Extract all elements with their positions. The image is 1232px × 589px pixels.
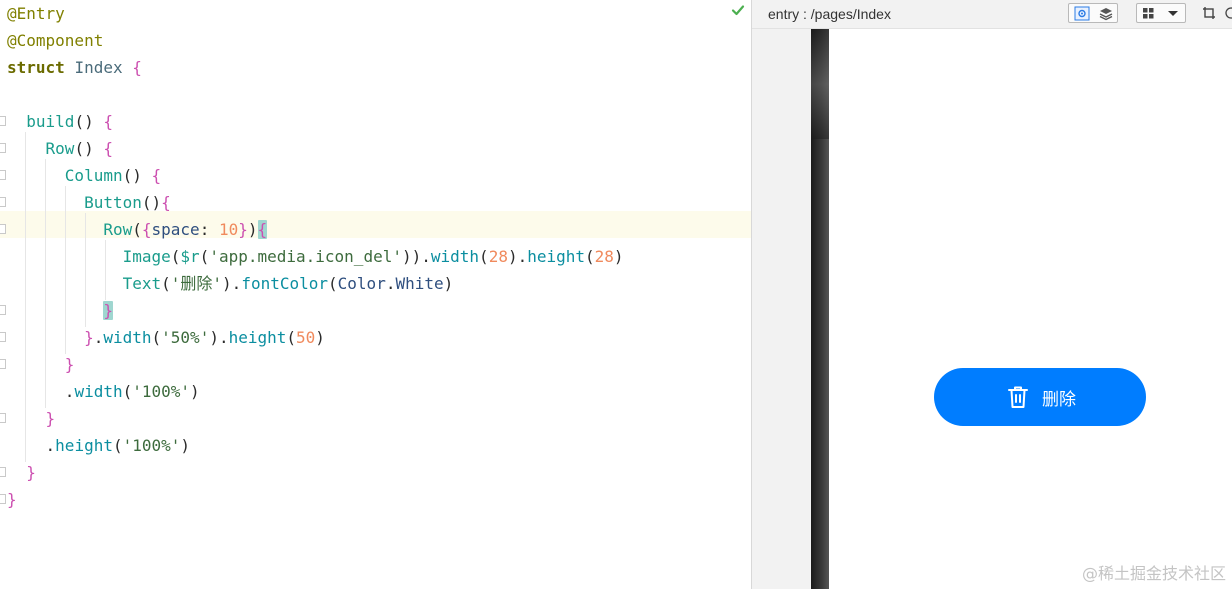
code-line[interactable]: Image($r('app.media.icon_del')).width(28… bbox=[7, 243, 624, 270]
code-line[interactable]: @Entry bbox=[7, 0, 65, 27]
inspector-toggle-group bbox=[1068, 3, 1118, 23]
code-line[interactable]: } bbox=[7, 486, 17, 513]
previewer-panel: entry : /pages/Index 删除 @稀土掘金技术社区 bbox=[752, 0, 1232, 589]
code-line[interactable]: } bbox=[7, 459, 36, 486]
fold-marker-icon[interactable] bbox=[0, 467, 6, 477]
code-line[interactable]: @Component bbox=[7, 27, 103, 54]
fold-marker-icon[interactable] bbox=[0, 332, 6, 342]
code-line[interactable]: Button(){ bbox=[7, 189, 171, 216]
button-content-row: 删除 bbox=[1004, 383, 1076, 411]
fold-marker-icon[interactable] bbox=[0, 359, 6, 369]
device-screen bbox=[811, 29, 1232, 589]
chevron-down-icon bbox=[1168, 11, 1178, 16]
previewer-toolbar: entry : /pages/Index bbox=[752, 0, 1232, 29]
check-icon bbox=[731, 5, 745, 16]
fold-marker-icon[interactable] bbox=[0, 116, 6, 126]
code-line[interactable]: Row() { bbox=[7, 135, 113, 162]
layout-dropdown[interactable] bbox=[1136, 3, 1186, 23]
fold-marker-icon[interactable] bbox=[0, 305, 6, 315]
grid-icon bbox=[1143, 8, 1154, 19]
trash-icon bbox=[1008, 386, 1028, 408]
rotate-icon[interactable] bbox=[1224, 6, 1232, 20]
code-line[interactable]: } bbox=[7, 297, 113, 324]
fold-marker-icon[interactable] bbox=[0, 224, 6, 234]
code-line[interactable]: .height('100%') bbox=[7, 432, 191, 459]
fold-marker-icon[interactable] bbox=[0, 494, 6, 504]
delete-button-label: 删除 bbox=[1042, 389, 1076, 410]
code-line[interactable]: struct Index { bbox=[7, 54, 142, 81]
code-line[interactable]: Text('删除').fontColor(Color.White) bbox=[7, 270, 454, 297]
fold-marker-icon[interactable] bbox=[0, 197, 6, 207]
code-line[interactable]: build() { bbox=[7, 108, 113, 135]
code-line[interactable]: Column() { bbox=[7, 162, 161, 189]
delete-button[interactable]: 删除 bbox=[934, 368, 1146, 426]
code-line[interactable]: Row({space: 10}){ bbox=[7, 216, 268, 243]
device-bezel bbox=[811, 29, 829, 589]
code-line[interactable]: .width('100%') bbox=[7, 378, 200, 405]
code-line[interactable]: }.width('50%').height(50) bbox=[7, 324, 325, 351]
fold-marker-icon[interactable] bbox=[0, 170, 6, 180]
code-line[interactable]: } bbox=[7, 405, 56, 432]
crop-icon[interactable] bbox=[1203, 7, 1215, 19]
layers-icon[interactable] bbox=[1098, 6, 1114, 21]
code-line[interactable]: } bbox=[7, 351, 75, 378]
fold-marker-icon[interactable] bbox=[0, 413, 6, 423]
fold-marker-icon[interactable] bbox=[0, 143, 6, 153]
watermark-text: @稀土掘金技术社区 bbox=[1081, 564, 1226, 583]
code-editor[interactable]: @Entry @Component struct Index { build() {… bbox=[0, 0, 751, 589]
preview-path: entry : /pages/Index bbox=[768, 6, 891, 22]
inspector-icon[interactable] bbox=[1074, 6, 1090, 21]
